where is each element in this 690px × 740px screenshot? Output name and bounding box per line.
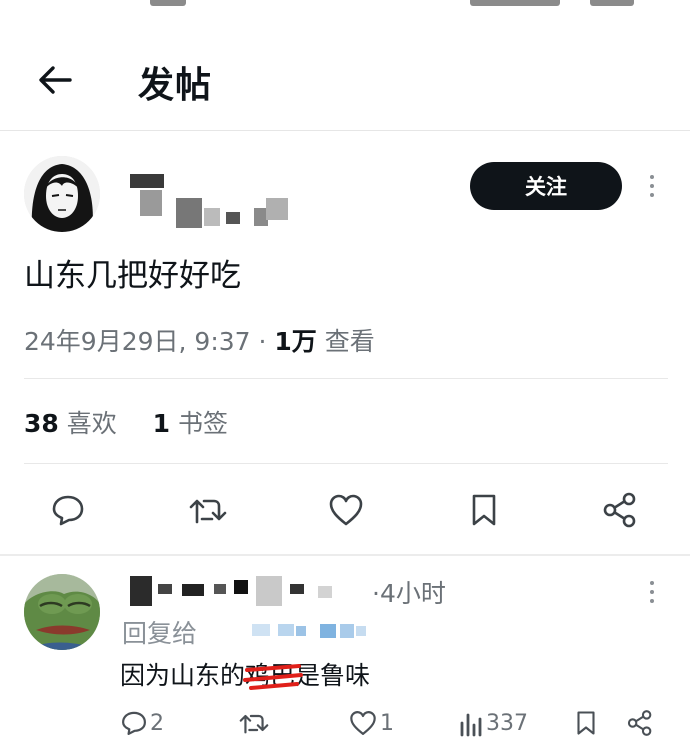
author-name-redacted[interactable]: [130, 168, 300, 232]
reply-share-button[interactable]: [626, 706, 654, 740]
bookmarks-stat[interactable]: 1 书签: [153, 409, 228, 438]
reply-like-button[interactable]: 1: [348, 706, 394, 740]
reply-likes-count: 1: [380, 710, 394, 736]
stats-divider: [24, 463, 668, 464]
repost-icon: [189, 499, 227, 524]
frog-avatar-illustration: [24, 574, 100, 650]
share-button[interactable]: [598, 488, 642, 532]
reply-author-avatar[interactable]: [24, 574, 100, 650]
heart-icon: [329, 494, 363, 526]
avatar-illustration: [24, 156, 100, 232]
follow-button[interactable]: 关注: [470, 162, 622, 210]
bookmark-icon: [577, 711, 595, 735]
bookmark-button[interactable]: [462, 488, 506, 532]
meta-divider: [24, 378, 668, 379]
red-scribble-mark: [243, 664, 304, 690]
reply-comment-button[interactable]: 2: [120, 706, 164, 740]
like-button[interactable]: [324, 488, 368, 532]
share-icon: [627, 710, 652, 736]
reply-timestamp: ·4小时: [372, 579, 446, 608]
reply-comments-count: 2: [150, 710, 164, 736]
likes-stat[interactable]: 38 喜欢: [24, 409, 117, 438]
replying-to-handle-redacted[interactable]: [252, 620, 372, 640]
repost-icon: [239, 714, 269, 734]
post-action-bar: [0, 480, 690, 540]
reply-author-name-redacted[interactable]: [130, 570, 360, 610]
post-more-options-icon[interactable]: [642, 172, 662, 200]
reply-text: 因为山东的鸡巴 是鲁味: [120, 656, 370, 692]
views-label: 查看: [316, 327, 375, 356]
replying-to-label: 回复给: [122, 619, 198, 648]
reply-repost-button[interactable]: [238, 706, 270, 740]
reply-views-button[interactable]: 337: [458, 706, 528, 740]
reply-views-count: 337: [486, 710, 528, 736]
bar-chart-icon: [460, 713, 482, 737]
share-icon: [603, 492, 636, 528]
bookmark-icon: [472, 494, 496, 526]
post-stats: 38 喜欢 1 书签: [24, 404, 228, 440]
comment-icon: [122, 711, 146, 735]
author-avatar[interactable]: [24, 156, 100, 232]
post-timestamp: 24年9月29日, 9:37 ·: [24, 327, 275, 356]
reply-bookmark-button[interactable]: [574, 706, 598, 740]
views-count: 1万: [274, 327, 317, 356]
comment-icon: [52, 495, 84, 526]
status-bar-cropped: [0, 0, 690, 14]
reply-button[interactable]: [46, 488, 90, 532]
post-metadata: 24年9月29日, 9:37 · 1万 查看: [24, 322, 375, 358]
reply-more-options-icon[interactable]: [642, 578, 662, 606]
top-app-bar: 发帖: [0, 40, 690, 130]
header-divider: [0, 130, 690, 131]
struck-out-word: 鸡巴: [243, 656, 304, 692]
repost-button[interactable]: [186, 488, 230, 532]
back-button[interactable]: [30, 58, 80, 102]
page-title: 发帖: [138, 65, 213, 106]
arrow-left-icon: [39, 66, 72, 94]
heart-icon: [350, 711, 376, 735]
post-divider: [0, 554, 690, 556]
post-text: 山东几把好好吃: [24, 258, 241, 294]
